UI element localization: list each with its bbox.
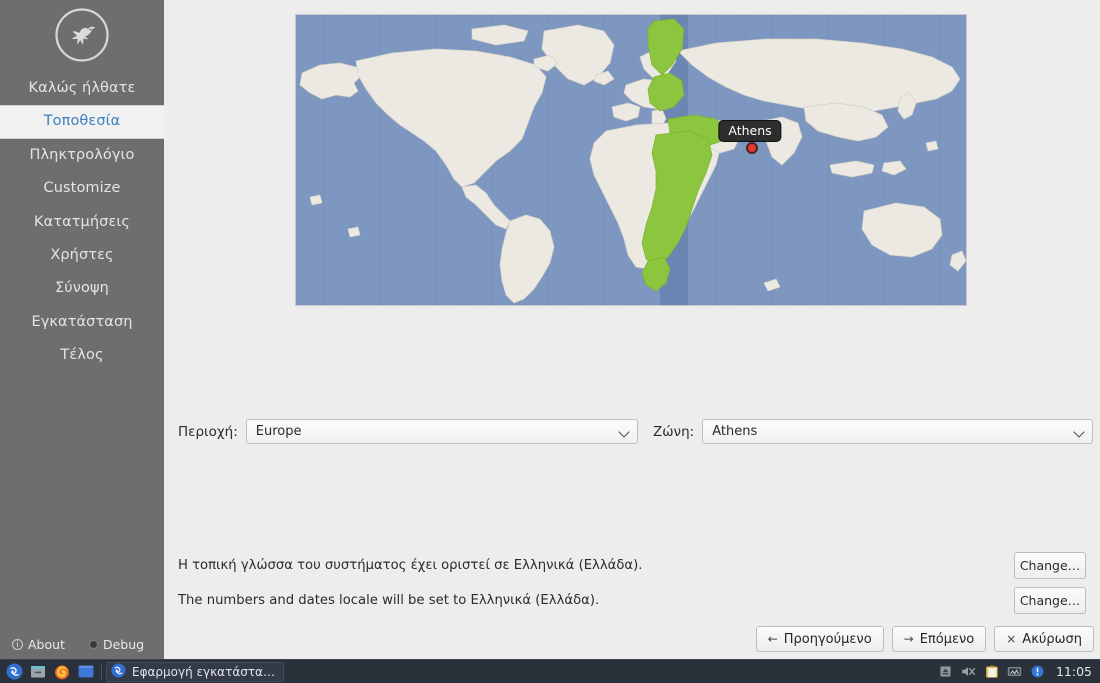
region-selector-row: Περιοχή: Europe (178, 419, 638, 444)
volume-muted-icon[interactable] (960, 663, 978, 681)
debug-button[interactable]: Debug (88, 636, 145, 652)
info-circle-icon: i (12, 638, 23, 650)
clipboard-icon[interactable] (983, 663, 1001, 681)
arrow-right-icon: → (903, 632, 914, 646)
content-area: Athens Περιοχή: Europe Ζώνη: Athens Η το… (164, 0, 1100, 659)
numbers-dates-locale-text: The numbers and dates locale will be set… (178, 593, 600, 608)
installer-app-icon (111, 662, 126, 681)
sidebar-item-finish[interactable]: Τέλος (0, 339, 164, 372)
taskbar: Εφαρμογή εγκατάστα… 11:05 (0, 659, 1100, 683)
taskbar-launchers (0, 662, 97, 682)
firefox-icon[interactable] (51, 662, 73, 682)
sidebar-item-install[interactable]: Εγκατάσταση (0, 306, 164, 339)
system-language-row: Η τοπική γλώσσα του συστήματος έχει ορισ… (178, 552, 1086, 579)
sidebar-item-partitions[interactable]: Κατατμήσεις (0, 206, 164, 239)
logo-container (0, 0, 164, 68)
location-marker-icon (746, 142, 758, 154)
about-label: About (28, 636, 65, 652)
network-icon[interactable] (1006, 663, 1024, 681)
arrow-left-icon: ← (767, 632, 778, 646)
taskbar-separator (101, 663, 102, 680)
back-button[interactable]: ← Προηγούμενο (755, 626, 884, 652)
update-alert-icon[interactable] (1029, 663, 1047, 681)
sidebar: Καλώς ήλθατε Τοποθεσία Πληκτρολόγιο Cust… (0, 0, 164, 659)
timezone-tooltip: Athens (718, 120, 782, 142)
sidebar-nav: Καλώς ήλθατε Τοποθεσία Πληκτρολόγιο Cust… (0, 72, 164, 373)
sidebar-item-location[interactable]: Τοποθεσία (0, 105, 164, 139)
change-language-button[interactable]: Change… (1014, 552, 1086, 579)
system-language-text: Η τοπική γλώσσα του συστήματος έχει ορισ… (178, 558, 643, 573)
sidebar-item-customize[interactable]: Customize (0, 172, 164, 205)
about-button[interactable]: i About (12, 637, 65, 652)
debug-label: Debug (102, 636, 145, 652)
file-manager-icon[interactable] (27, 662, 49, 682)
timezone-map[interactable]: Athens (295, 14, 967, 306)
close-icon: × (1006, 632, 1017, 646)
debug-dot-icon (88, 639, 98, 649)
navigation-buttons: ← Προηγούμενο → Επόμενο × Ακύρωση (755, 626, 1094, 652)
sidebar-item-welcome[interactable]: Καλώς ήλθατε (0, 72, 164, 105)
taskbar-window-button[interactable]: Εφαρμογή εγκατάστα… (106, 661, 284, 682)
change-locale-button[interactable]: Change… (1014, 587, 1086, 614)
sidebar-item-summary[interactable]: Σύνοψη (0, 272, 164, 305)
region-label: Περιοχή: (178, 423, 238, 440)
sidebar-item-keyboard[interactable]: Πληκτρολόγιο (0, 139, 164, 172)
numbers-dates-locale-row: The numbers and dates locale will be set… (178, 587, 1086, 614)
zone-selector-row: Ζώνη: Athens (653, 419, 1094, 444)
next-button[interactable]: → Επόμενο (891, 626, 987, 652)
taskbar-clock[interactable]: 11:05 (1056, 664, 1092, 679)
region-select-value: Europe (255, 424, 302, 439)
cancel-button[interactable]: × Ακύρωση (994, 626, 1094, 652)
world-map-graphic (296, 15, 966, 305)
start-menu-icon[interactable] (3, 662, 25, 682)
zone-select[interactable]: Athens (702, 419, 1094, 444)
zone-select-value: Athens (712, 424, 758, 439)
cancel-button-label: Ακύρωση (1022, 631, 1082, 647)
back-button-label: Προηγούμενο (783, 631, 872, 647)
chevron-down-icon (1074, 426, 1086, 438)
system-tray: 11:05 (937, 663, 1100, 681)
installer-window: Καλώς ήλθατε Τοποθεσία Πληκτρολόγιο Cust… (0, 0, 1100, 659)
sidebar-footer: i About Debug (0, 629, 164, 659)
sidebar-item-users[interactable]: Χρήστες (0, 239, 164, 272)
terminal-icon[interactable] (75, 662, 97, 682)
taskbar-window-label: Εφαρμογή εγκατάστα… (132, 664, 275, 679)
dove-logo-icon (54, 7, 110, 67)
next-button-label: Επόμενο (919, 631, 975, 647)
zone-label: Ζώνη: (653, 423, 695, 440)
chevron-down-icon (619, 426, 631, 438)
eject-icon[interactable] (937, 663, 955, 681)
region-select[interactable]: Europe (245, 419, 638, 444)
